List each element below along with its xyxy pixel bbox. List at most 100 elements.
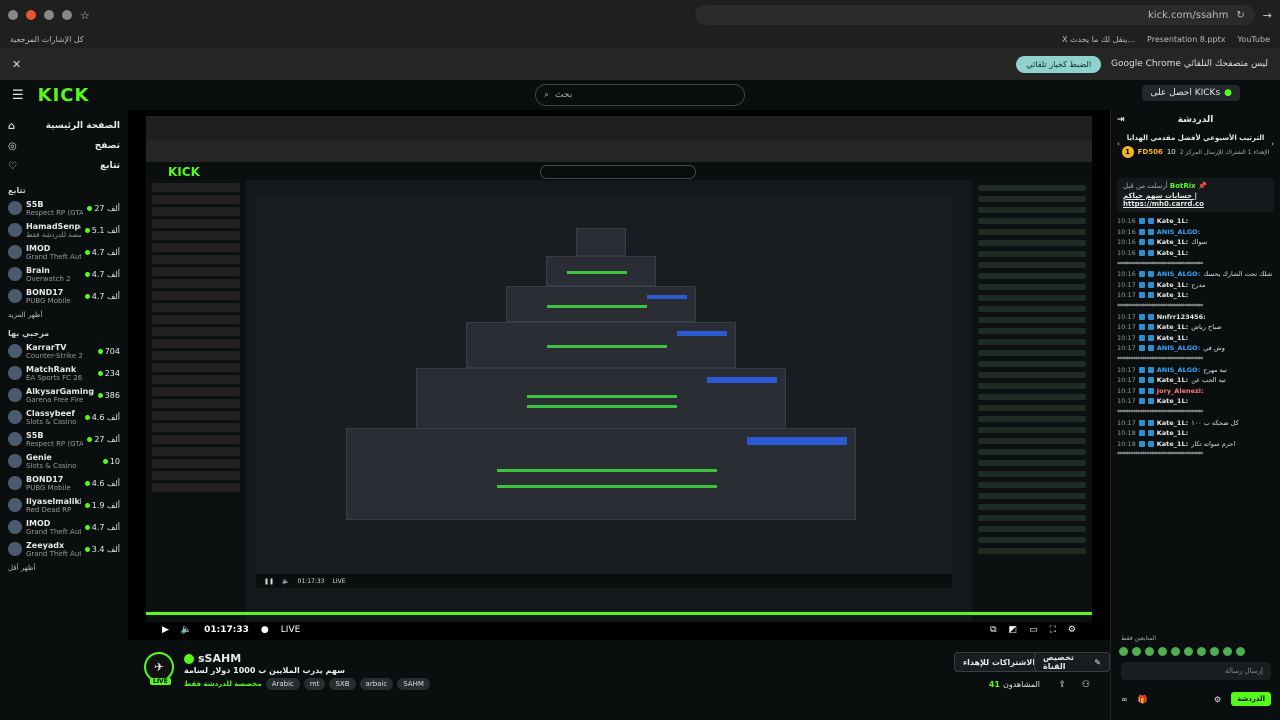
show-less-link[interactable]: أظهر أقل: [8, 564, 120, 572]
sidebar-channel[interactable]: Brain Overwatch 2 4.7 ألف: [8, 263, 120, 285]
sidebar-icon[interactable]: [44, 10, 54, 20]
collapse-chat-icon[interactable]: ⇥: [1117, 115, 1125, 125]
sidebar-channel[interactable]: MatchRank EA Sports FC 26 234: [8, 362, 120, 384]
video-player[interactable]: KICK ❚❚ 🔈 01:17:33 LIVE ▶ 🔈 01:17:33 ● LIVE…: [128, 110, 1110, 640]
top-gifter-name[interactable]: FD506: [1138, 148, 1163, 156]
chat-settings-icon[interactable]: ⚙: [1214, 695, 1221, 704]
emote-icon[interactable]: [1145, 647, 1154, 656]
tag[interactable]: SAHM: [397, 678, 430, 690]
user-settings-icon[interactable]: ⚇: [1082, 680, 1090, 690]
message-user[interactable]: ANIS_ALGO:: [1157, 270, 1200, 278]
all-bookmarks-link[interactable]: كل الإشارات المرجعية: [10, 35, 84, 44]
reload-icon[interactable]: ↻: [1236, 10, 1244, 21]
live-dot-icon: ●: [260, 625, 269, 635]
sidebar-channel[interactable]: ZeeyadxGrand Theft Auto V... 3.4 ألف: [8, 538, 120, 560]
message-user[interactable]: ANIS_ALGO:: [1157, 366, 1200, 374]
sidebar-channel[interactable]: Classybeef Slots & Casino 4.6 ألف: [8, 406, 120, 428]
emote-icon[interactable]: [1184, 647, 1193, 656]
pip-icon[interactable]: ◩: [1009, 625, 1018, 635]
emote-icon[interactable]: [1223, 647, 1232, 656]
tag[interactable]: mt: [303, 678, 326, 690]
bookmark-presentation[interactable]: Presentation 8.pptx: [1147, 35, 1225, 44]
close-icon[interactable]: ✕: [12, 58, 21, 71]
sidebar-channel[interactable]: Ilyaselmaliki Red Dead RP 1.9 ألف: [8, 494, 120, 516]
nav-browse[interactable]: ◎ تصفح: [8, 136, 120, 156]
emote-icon[interactable]: [1197, 647, 1206, 656]
emote-icon[interactable]: [1210, 647, 1219, 656]
play-icon[interactable]: ▶: [162, 625, 169, 635]
menu-icon[interactable]: [8, 10, 18, 20]
sidebar-channel[interactable]: BOND17 PUBG Mobile 4.7 ألف: [8, 285, 120, 307]
customize-channel-button[interactable]: تخصيص القناة ✎: [1034, 652, 1110, 672]
message-user[interactable]: ANIS_ALGO:: [1157, 344, 1200, 352]
sidebar-channel[interactable]: HamadSenpaiمخصصة للدردشة فقط 5.1 ألف: [8, 219, 120, 241]
sidebar-channel[interactable]: BOND17 PUBG Mobile 4.6 ألف: [8, 472, 120, 494]
pinned-link[interactable]: https://mh0.carrd.co: [1123, 200, 1204, 208]
tab-icon[interactable]: [62, 10, 72, 20]
sidebar-channel[interactable]: S5B Respect RP (GTA) 27 ألف: [8, 197, 120, 219]
infinity-icon[interactable]: ∞: [1121, 695, 1128, 704]
bookmark-youtube[interactable]: YouTube: [1237, 35, 1270, 44]
sidebar-channel[interactable]: AlkysarGaming Garena Free Fire 386: [8, 384, 120, 406]
sidebar-channel[interactable]: IMODGrand Theft Auto V... 4.7 ألف: [8, 516, 120, 538]
kick-logo[interactable]: KICK: [38, 85, 90, 106]
category-link[interactable]: مخصصة للدردشة فقط: [184, 680, 262, 688]
streamer-name-row[interactable]: sSAHM: [184, 652, 241, 665]
pinned-user[interactable]: BotRix: [1170, 182, 1196, 190]
address-bar[interactable]: kick.com/ssahm ↻: [694, 5, 1255, 25]
message-user[interactable]: ANIS_ALGO:: [1157, 228, 1200, 236]
badge-icon: [1147, 440, 1154, 447]
bookmark-x[interactable]: X ينقل لك ما يحدث...: [1062, 35, 1135, 44]
search-input[interactable]: ⌕ بحث: [535, 84, 745, 106]
leaderboard-next-icon[interactable]: ›: [1271, 140, 1274, 148]
message-user[interactable]: Nnfrr123456:: [1157, 313, 1206, 321]
message-user[interactable]: Jory_Alenezi:: [1157, 387, 1204, 395]
clip-icon[interactable]: ⧉: [990, 625, 996, 635]
hamburger-icon[interactable]: ☰: [12, 88, 24, 103]
message-user[interactable]: Kate_1L:: [1157, 217, 1188, 225]
nav-home[interactable]: ⌂ الصفحة الرئيسية: [8, 116, 120, 136]
message-user[interactable]: Kate_1L:: [1157, 238, 1188, 246]
emote-icon[interactable]: [1158, 647, 1167, 656]
message-user[interactable]: Kate_1L:: [1157, 334, 1188, 342]
message-user[interactable]: Kate_1L:: [1157, 323, 1188, 331]
volume-icon[interactable]: 🔈: [181, 625, 192, 635]
fullscreen-icon[interactable]: ⛶: [1050, 625, 1056, 635]
sidebar-channel[interactable]: IMODGrand Theft Auto V... 4.7 ألف: [8, 241, 120, 263]
sidebar-channel[interactable]: KarrarTV Counter-Strike 2 704: [8, 340, 120, 362]
progress-bar[interactable]: [146, 612, 1092, 615]
extension-icon[interactable]: [26, 10, 36, 20]
nav-following[interactable]: ♡ تتابع: [8, 156, 120, 176]
settings-icon[interactable]: ⚙: [1068, 625, 1076, 635]
message-user[interactable]: Kate_1L:: [1157, 376, 1188, 384]
emote-icon[interactable]: [1236, 647, 1245, 656]
emote-icon[interactable]: [1119, 647, 1128, 656]
message-user[interactable]: Kate_1L:: [1157, 440, 1188, 448]
tag[interactable]: arbaic: [359, 678, 394, 690]
set-default-button[interactable]: الضبط كخيار تلقائي: [1016, 55, 1102, 73]
message-user[interactable]: Kate_1L:: [1157, 429, 1188, 437]
emote-icon[interactable]: [1171, 647, 1180, 656]
send-button[interactable]: الدردشة: [1231, 692, 1271, 706]
message-user[interactable]: Kate_1L:: [1157, 291, 1188, 299]
pin-icon[interactable]: 📌: [1198, 182, 1207, 190]
message-user[interactable]: Kate_1L:: [1157, 249, 1188, 257]
chat-input[interactable]: إرسال رسالة: [1121, 662, 1271, 680]
show-more-link[interactable]: أظهر المزيد: [8, 311, 120, 319]
tag[interactable]: SXB: [329, 678, 356, 690]
forward-icon[interactable]: →: [1263, 9, 1272, 22]
leaderboard-prev-icon[interactable]: ‹: [1117, 140, 1120, 148]
tag[interactable]: Arabic: [265, 678, 300, 690]
message-user[interactable]: Kate_1L:: [1157, 281, 1188, 289]
message-user[interactable]: Kate_1L:: [1157, 397, 1188, 405]
emote-icon[interactable]: [1132, 647, 1141, 656]
sidebar-channel[interactable]: S5B Respect RP (GTA) 27 ألف: [8, 428, 120, 450]
gift-icon[interactable]: 🎁: [1138, 695, 1148, 704]
chat-header: ⇥ الدردشة: [1111, 110, 1280, 130]
sidebar-channel[interactable]: Genie Slots & Casino 10: [8, 450, 120, 472]
get-kicks-button[interactable]: احصل على KICKs ●: [1142, 85, 1240, 101]
message-user[interactable]: Kate_1L:: [1157, 419, 1188, 427]
star-icon[interactable]: ☆: [80, 9, 90, 22]
theater-icon[interactable]: ▭: [1029, 625, 1038, 635]
share-icon[interactable]: ⇪: [1058, 680, 1066, 690]
